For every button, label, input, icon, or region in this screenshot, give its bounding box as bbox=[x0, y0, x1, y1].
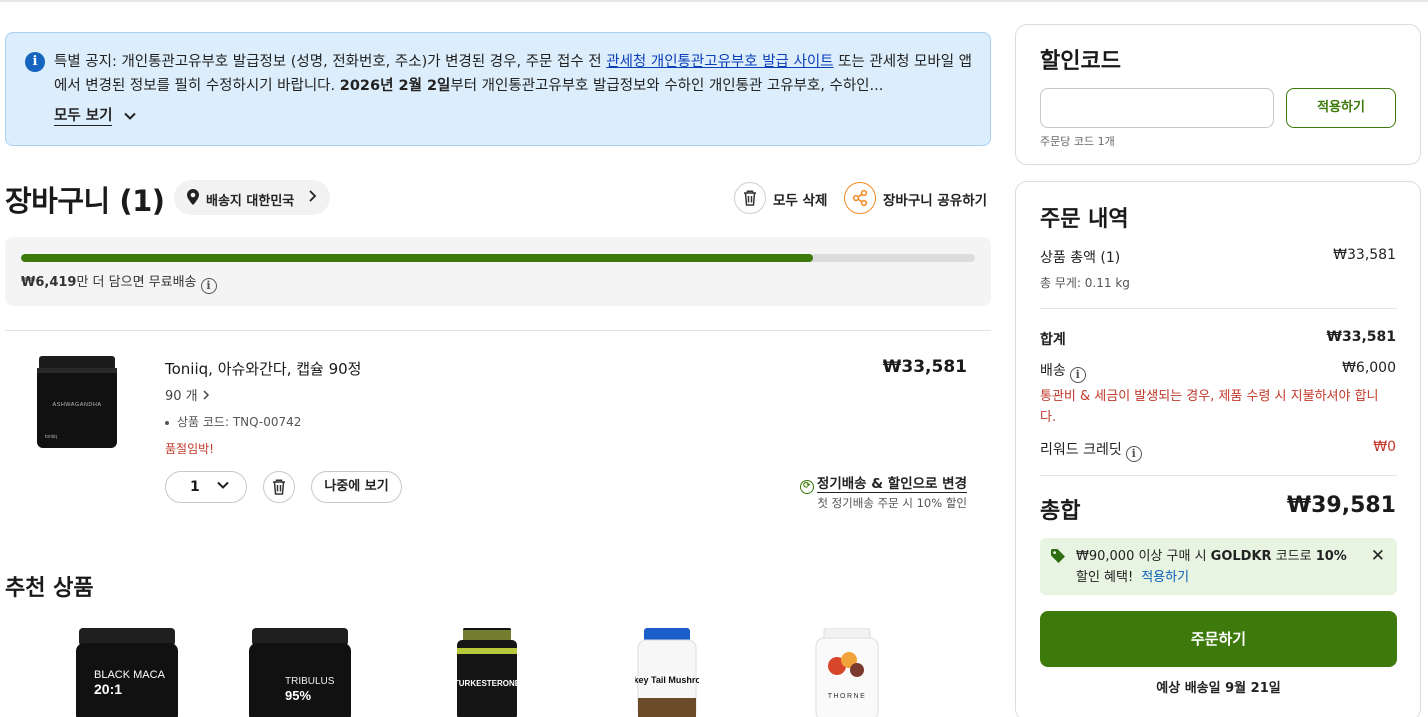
coupon-code-input[interactable] bbox=[1040, 88, 1274, 128]
progress-fill bbox=[21, 254, 813, 262]
coupon-note: 주문당 코드 1개 bbox=[1040, 135, 1115, 148]
chevron-right-icon bbox=[203, 390, 209, 400]
svg-text:TURKESTERONE: TURKESTERONE bbox=[455, 679, 519, 688]
promo-text: ₩90,000 이상 구매 시 GOLDKR 코드로 10% 할인 혜택! 적용하… bbox=[1076, 549, 1347, 585]
chevron-down-icon bbox=[216, 478, 230, 496]
grand-total-label: 총합 bbox=[1040, 499, 1081, 524]
delete-all-label[interactable]: 모두 삭제 bbox=[773, 189, 827, 209]
product-count-selector[interactable]: 90 개 bbox=[165, 385, 210, 404]
location-pin-icon bbox=[187, 189, 199, 205]
tag-icon bbox=[1051, 549, 1065, 563]
product-code: 상품 코드: TNQ-00742 bbox=[165, 413, 301, 430]
trash-icon bbox=[744, 190, 756, 206]
ship-to-button[interactable]: 배송지 대한민국 bbox=[174, 180, 330, 215]
svg-text:95%: 95% bbox=[285, 688, 311, 703]
subscribe-icon: ⟳ bbox=[799, 480, 814, 494]
grand-total-value: ₩39,581 bbox=[1286, 493, 1396, 518]
progress-track bbox=[21, 254, 975, 262]
share-cart-button[interactable] bbox=[844, 182, 876, 214]
estimated-delivery: 예상 배송일 9월 21일 bbox=[1156, 681, 1281, 696]
svg-text:TRIBULUS: TRIBULUS bbox=[285, 676, 335, 687]
info-circle-icon[interactable]: i bbox=[1125, 446, 1142, 462]
subscribe-note: 첫 정기배송 주문 시 10% 할인 bbox=[817, 496, 967, 510]
chevron-down-icon[interactable] bbox=[123, 109, 137, 127]
svg-text:toniiq: toniiq bbox=[45, 434, 57, 440]
notice-text: 특별 공지: 개인통관고유부호 발급정보 (성명, 전화번호, 주소)가 변경된… bbox=[54, 54, 973, 94]
shipping-value: ₩6,000 bbox=[1342, 360, 1396, 376]
rec-product-2[interactable]: TRIBULUS 95% bbox=[249, 628, 351, 717]
order-summary-title: 주문 내역 bbox=[1040, 207, 1129, 232]
checkout-button[interactable]: 주문하기 bbox=[1040, 611, 1397, 667]
cart-title: 장바구니 (1) bbox=[5, 184, 165, 218]
rewards-value: ₩0 bbox=[1373, 439, 1396, 455]
svg-text:ASHWAGANDHA: ASHWAGANDHA bbox=[53, 402, 102, 408]
stock-warning: 품절임박! bbox=[165, 442, 214, 456]
product-price: ₩33,581 bbox=[882, 357, 967, 377]
save-for-later-button[interactable]: 나중에 보기 bbox=[311, 471, 402, 503]
free-shipping-progress: ₩6,419만 더 담으면 무료배송 i bbox=[5, 237, 991, 306]
coupon-apply-button[interactable]: 적용하기 bbox=[1286, 88, 1396, 128]
subscribe-link[interactable]: ⟳ 정기배송 & 할인으로 변경 bbox=[799, 472, 967, 494]
show-all-link[interactable]: 모두 보기 bbox=[54, 107, 113, 126]
delete-all-button[interactable] bbox=[734, 182, 766, 214]
customs-site-link[interactable]: 관세청 개인통관고유부호 발급 사이트 bbox=[606, 54, 833, 70]
total-weight: 총 무게: 0.11 kg bbox=[1040, 276, 1130, 290]
rec-product-1[interactable]: BLACK MACA 20:1 bbox=[76, 628, 178, 717]
promo-apply-link[interactable]: 적용하기 bbox=[1141, 570, 1189, 585]
product-image[interactable]: ASHWAGANDHA toniiq bbox=[36, 356, 118, 448]
ship-to-label: 배송지 대한민국 bbox=[206, 194, 295, 209]
rec-product-3[interactable]: TURKESTERONE bbox=[455, 628, 519, 717]
info-icon: i bbox=[25, 52, 45, 72]
svg-text:20:1: 20:1 bbox=[94, 681, 122, 697]
product-name[interactable]: Toniiq, 아슈와간다, 캡슐 90정 bbox=[165, 358, 361, 379]
chevron-right-icon bbox=[307, 189, 317, 207]
divider bbox=[1040, 308, 1397, 309]
notice-banner: i 특별 공지: 개인통관고유부호 발급정보 (성명, 전화번호, 주소)가 변… bbox=[5, 32, 991, 146]
info-circle-icon[interactable]: i bbox=[200, 278, 217, 294]
svg-text:Turkey Tail Mushroom: Turkey Tail Mushroom bbox=[635, 675, 699, 685]
progress-text: ₩6,419만 더 담으면 무료배송 i bbox=[21, 271, 217, 294]
share-cart-label[interactable]: 장바구니 공유하기 bbox=[883, 189, 987, 209]
svg-text:THORNE: THORNE bbox=[828, 693, 867, 700]
top-border bbox=[0, 0, 1428, 2]
subtotal-label: 상품 총액 (1) bbox=[1040, 250, 1121, 266]
coupon-panel: 할인코드 적용하기 주문당 코드 1개 bbox=[1015, 24, 1421, 165]
rec-product-4[interactable]: Turkey Tail Mushroom bbox=[635, 628, 699, 717]
duty-note: 통관비 & 세금이 발생되는 경우, 제품 수령 시 지불하셔야 합니다. bbox=[1040, 389, 1379, 425]
trash-icon bbox=[273, 479, 285, 495]
coupon-title: 할인코드 bbox=[1040, 49, 1121, 74]
promo-banner: ₩90,000 이상 구매 시 GOLDKR 코드로 10% 할인 혜택! 적용하… bbox=[1040, 538, 1397, 595]
rewards-label: 리워드 크레딧 i bbox=[1040, 439, 1142, 462]
subtotal-value: ₩33,581 bbox=[1333, 247, 1396, 263]
shipping-label: 배송 i bbox=[1040, 360, 1086, 383]
divider bbox=[5, 330, 991, 331]
quantity-select[interactable]: 1 bbox=[165, 471, 247, 503]
svg-text:BLACK MACA: BLACK MACA bbox=[94, 669, 166, 681]
total-label: 합계 bbox=[1040, 332, 1066, 348]
info-circle-icon[interactable]: i bbox=[1069, 367, 1086, 383]
total-value: ₩33,581 bbox=[1326, 329, 1396, 345]
recommendations-title: 추천 상품 bbox=[5, 576, 94, 601]
remove-item-button[interactable] bbox=[263, 471, 295, 503]
share-icon bbox=[852, 189, 868, 207]
order-summary-panel: 주문 내역 상품 총액 (1) ₩33,581 총 무게: 0.11 kg 합계… bbox=[1015, 181, 1421, 717]
close-icon[interactable]: ✕ bbox=[1371, 546, 1385, 566]
divider bbox=[1040, 475, 1397, 476]
rec-product-5[interactable]: THORNE bbox=[813, 628, 881, 717]
